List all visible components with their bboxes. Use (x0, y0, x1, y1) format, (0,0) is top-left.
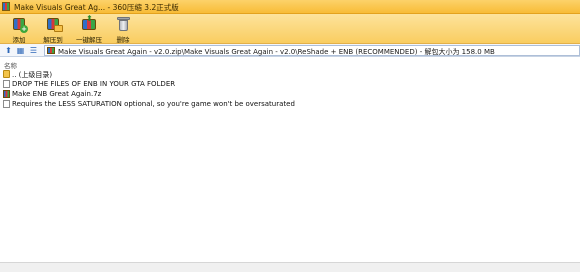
blank-file-icon (3, 100, 10, 108)
archive-icon (3, 90, 10, 98)
file-list: .. (上级目录) DROP THE FILES OF ENB IN YOUR … (0, 69, 580, 109)
up-arrow-icon[interactable]: ⬆ (4, 46, 13, 55)
one-click-extract-button[interactable]: ⬆ 一键解压 (74, 14, 104, 44)
status-bar (0, 262, 580, 272)
address-path: Make Visuals Great Again - v2.0.zip\Make… (58, 48, 495, 56)
view-list-icon[interactable]: ☰ (29, 46, 38, 55)
blank-file-icon (3, 80, 10, 88)
window-title: Make Visuals Great Ag... - 360压缩 3.2正式版 (14, 3, 179, 12)
list-item-drop-files-note[interactable]: DROP THE FILES OF ENB IN YOUR GTA FOLDER (0, 79, 580, 89)
title-bar: Make Visuals Great Ag... - 360压缩 3.2正式版 (0, 0, 580, 14)
archive-path-icon (47, 47, 55, 54)
one-click-extract-button-label: 一键解压 (76, 36, 102, 44)
delete-icon (115, 16, 131, 32)
column-header-row: 名称 (0, 60, 580, 70)
add-button[interactable]: + 添加 (4, 15, 34, 44)
toolbar: + 添加 解压到 ⬆ 一键解压 删除 (0, 14, 580, 44)
file-name: DROP THE FILES OF ENB IN YOUR GTA FOLDER (12, 80, 176, 88)
list-item-enb-archive[interactable]: Make ENB Great Again.7z (0, 89, 580, 99)
view-tiles-icon[interactable]: ▦ (16, 46, 25, 55)
add-button-label: 添加 (12, 36, 26, 44)
file-name: Make ENB Great Again.7z (12, 90, 102, 98)
address-field[interactable]: Make Visuals Great Again - v2.0.zip\Make… (44, 45, 580, 56)
file-name: Requires the LESS SATURATION optional, s… (12, 100, 295, 108)
list-item-parent-folder[interactable]: .. (上级目录) (0, 69, 580, 79)
delete-button[interactable]: 删除 (108, 15, 138, 44)
folder-icon (3, 70, 10, 78)
app-icon (2, 2, 10, 11)
address-bar: ⬆ ▦ ☰ Make Visuals Great Again - v2.0.zi… (0, 44, 580, 57)
extract-to-icon (45, 16, 63, 32)
add-archive-icon: + (11, 16, 28, 33)
delete-button-label: 删除 (116, 36, 130, 44)
extract-to-button-label: 解压到 (43, 36, 63, 44)
one-click-extract-icon: ⬆ (81, 14, 97, 32)
extract-to-button[interactable]: 解压到 (38, 15, 68, 44)
list-item-saturation-note[interactable]: Requires the LESS SATURATION optional, s… (0, 99, 580, 109)
